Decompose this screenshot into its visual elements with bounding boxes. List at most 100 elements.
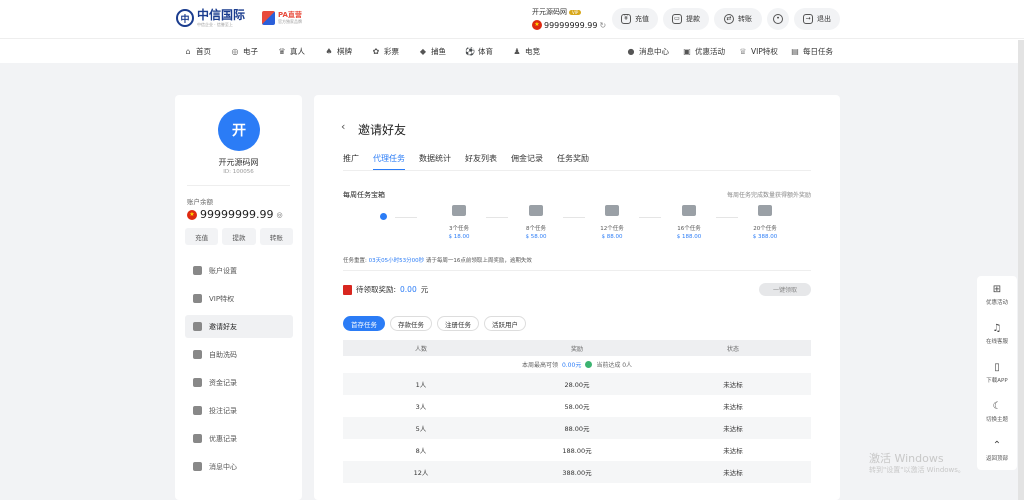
tab-agent-tasks[interactable]: 代理任务: [373, 153, 405, 171]
step-reward: $ 388.00: [752, 234, 778, 240]
clipboard-icon: [193, 406, 202, 415]
cell-people: 5人: [415, 425, 427, 433]
site-logo[interactable]: 中 中信国际 中信企业 · 信誉至上: [176, 9, 245, 27]
tab-bar: 推广 代理任务 数据统计 好友列表 佣金记录 任务奖励: [343, 153, 589, 171]
weekly-title: 每周任务宝箱: [343, 191, 385, 199]
tab-commission[interactable]: 佣金记录: [511, 153, 543, 171]
deposit-button[interactable]: ¥ 充值: [612, 8, 658, 30]
menu-invite-friends[interactable]: 邀请好友: [185, 315, 293, 338]
page-title: 邀请好友: [358, 123, 407, 137]
menu-label: 自助洗码: [209, 350, 237, 359]
col-status: 状态: [726, 345, 739, 353]
divider: [187, 185, 290, 186]
step-count: 20个任务: [753, 226, 777, 232]
logo-tag: 中信企业 · 信誉至上: [197, 22, 233, 27]
menu-messages[interactable]: 消息中心: [185, 455, 293, 478]
menu-label: 优惠记录: [209, 434, 237, 443]
float-support[interactable]: ♫ 在线客服: [977, 323, 1017, 345]
main-nav: ⌂ 首页 ◎ 电子 ♛ 真人 ♠ 棋牌 ✿ 彩票 ◆ 捕鱼 ⚽ 体育 ♟ 电竞 ● 消息中心 ▣ 优…: [0, 38, 1024, 63]
logo-name: 中信国际: [197, 8, 246, 22]
menu-vip[interactable]: VIP特权: [185, 287, 293, 310]
transfer-icon: ⇄: [724, 14, 734, 24]
profile-button[interactable]: •: [767, 8, 789, 30]
pending-label: 待领取奖励:: [356, 285, 397, 294]
cell-reward: 28.00元: [564, 381, 590, 389]
check-icon: [585, 361, 593, 368]
tab-divider: [343, 170, 811, 171]
float-label: 切换主题: [985, 417, 1008, 423]
chevron-up-icon: ⌃: [992, 440, 1002, 451]
float-promotions[interactable]: ⊞ 优惠活动: [977, 284, 1017, 306]
nav-sports[interactable]: ⚽ 体育: [465, 46, 493, 57]
float-back-to-top[interactable]: ⌃ 返回顶部: [977, 440, 1017, 462]
nav-home[interactable]: ⌂ 首页: [183, 46, 211, 57]
float-theme[interactable]: ☾ 切换主题: [977, 401, 1017, 423]
step-reward: $ 58.00: [525, 234, 547, 240]
logout-icon: →: [803, 14, 813, 24]
chest-icon: [452, 205, 466, 216]
page-scrollbar[interactable]: [1018, 40, 1024, 500]
menu-label: VIP特权: [209, 294, 235, 303]
menu-fund-records[interactable]: 资金记录: [185, 371, 293, 394]
step-reward-value: 88.00: [606, 234, 623, 240]
nav-slots[interactable]: ◎ 电子: [230, 46, 259, 57]
lottery-icon: ✿: [372, 47, 380, 56]
refresh-icon[interactable]: ↻: [599, 21, 606, 30]
chest-step-1[interactable]: 3个任务 $ 18.00: [429, 205, 489, 240]
menu-bet-records[interactable]: 投注记录: [185, 399, 293, 422]
diamond-icon: [193, 294, 202, 303]
filter-first-deposit[interactable]: 首存任务: [343, 316, 385, 331]
filter-active-users[interactable]: 活跃用户: [484, 316, 526, 331]
logout-button[interactable]: → 退出: [794, 8, 840, 30]
withdraw-button[interactable]: ▭ 提款: [663, 8, 709, 30]
sidebar: 开 开元源码网 ID: 100056 账户余额 ★ 99999999.99 ◎ 充值…: [175, 95, 302, 500]
chat-icon: [193, 462, 202, 471]
chest-icon: [605, 205, 619, 216]
cny-flag-icon: ★: [187, 209, 197, 220]
nav-vip[interactable]: ♕ VIP特权: [738, 46, 777, 57]
chest-step-4[interactable]: 16个任务 $ 188.00: [659, 205, 719, 240]
sidebar-actions: 充值 提款 转账: [185, 228, 293, 245]
avatar[interactable]: 开: [218, 109, 260, 151]
tab-task-rewards[interactable]: 任务奖励: [557, 153, 589, 171]
nav-fishing[interactable]: ◆ 捕鱼: [418, 46, 446, 57]
logo-mark: 中: [176, 9, 194, 27]
sidebar-withdraw-button[interactable]: 提款: [222, 228, 256, 245]
chest-step-3[interactable]: 12个任务 $ 88.00: [582, 205, 642, 240]
filter-deposit[interactable]: 存款任务: [390, 316, 432, 331]
menu-account-settings[interactable]: 账户设置: [185, 259, 293, 282]
menu-self-rebate[interactable]: 自助洗码: [185, 343, 293, 366]
chest-step-5[interactable]: 20个任务 $ 388.00: [735, 205, 795, 240]
reset-suffix: 请于每周一16点前领取上周奖励，逾期失效: [424, 258, 532, 264]
sidebar-transfer-button[interactable]: 转账: [259, 228, 293, 245]
pa-icon: [262, 11, 275, 25]
nav-daily-tasks[interactable]: ▤ 每日任务: [790, 46, 833, 57]
nav-label: 优惠活动: [695, 47, 725, 56]
transfer-label: 转账: [738, 15, 752, 23]
cards-icon: ♠: [325, 47, 333, 56]
filter-register[interactable]: 注册任务: [437, 316, 479, 331]
transfer-button[interactable]: ⇄ 转账: [714, 8, 762, 30]
sidebar-deposit-button[interactable]: 充值: [185, 228, 219, 245]
nav-promotions[interactable]: ▣ 优惠活动: [682, 46, 725, 57]
chest-icon: [758, 205, 772, 216]
nav-messages[interactable]: ● 消息中心: [626, 46, 670, 57]
float-download-app[interactable]: ▯ 下载APP: [977, 362, 1017, 384]
nav-esports[interactable]: ♟ 电竞: [512, 46, 540, 57]
back-icon[interactable]: ‹: [341, 120, 345, 133]
table-row: 3人 58.00元 未达标: [343, 395, 811, 417]
nav-cards[interactable]: ♠ 棋牌: [324, 46, 352, 57]
eye-off-icon[interactable]: ◎: [276, 211, 282, 219]
menu-promo-records[interactable]: 优惠记录: [185, 427, 293, 450]
nav-live[interactable]: ♛ 真人: [277, 46, 305, 57]
claim-all-button[interactable]: 一键领取: [759, 283, 811, 296]
tab-friend-list[interactable]: 好友列表: [465, 153, 497, 171]
tab-promotion[interactable]: 推广: [343, 153, 359, 171]
windows-watermark-title: 激活 Windows: [869, 452, 944, 465]
nav-lottery[interactable]: ✿ 彩票: [371, 46, 399, 57]
esports-icon: ♟: [513, 47, 521, 56]
chest-step-2[interactable]: 8个任务 $ 58.00: [506, 205, 566, 240]
user-id: ID: 100056: [223, 169, 254, 175]
user-info: 开元源码网 VIP ★ 99999999.99 ↻: [532, 7, 606, 30]
tab-statistics[interactable]: 数据统计: [419, 153, 451, 171]
